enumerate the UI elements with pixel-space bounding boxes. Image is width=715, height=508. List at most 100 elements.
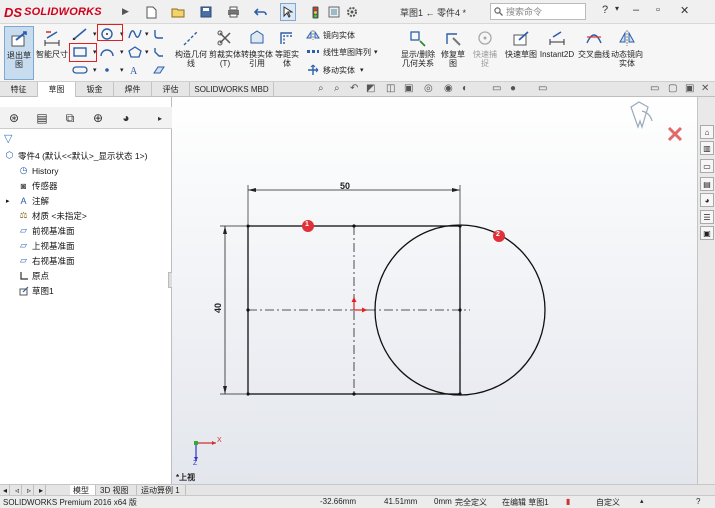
spline-dropdown-icon[interactable]: ▾: [145, 27, 149, 41]
tree-item-origin[interactable]: 原点: [18, 269, 49, 282]
intersection-curve-button[interactable]: 交叉曲线: [578, 26, 610, 80]
status-help-icon[interactable]: ?: [696, 497, 700, 506]
monitor-icon[interactable]: ▭: [538, 83, 547, 96]
view-cube-icon[interactable]: [630, 101, 653, 129]
new-document-icon[interactable]: [143, 3, 159, 21]
rebuild-status-icon[interactable]: ▮: [566, 497, 570, 506]
save-icon[interactable]: [198, 3, 214, 21]
tree-item-sketch1[interactable]: 草图1: [18, 284, 54, 297]
arc-tool-icon[interactable]: [99, 45, 119, 59]
custom-properties-icon[interactable]: ☰: [700, 210, 714, 224]
annotations-expand-icon[interactable]: ▸: [6, 194, 10, 207]
tree-item-history[interactable]: ◷ History: [18, 164, 59, 177]
convert-entities-button[interactable]: 转换实体引用: [240, 26, 274, 80]
tab-restore-icon[interactable]: ▢: [668, 83, 677, 96]
exit-sketch-x-icon[interactable]: [667, 126, 683, 142]
sketch-chamfer-icon[interactable]: [153, 45, 167, 59]
linear-pattern-dropdown-icon[interactable]: ▾: [374, 45, 378, 59]
menu-expand-icon[interactable]: ▶: [122, 6, 129, 17]
tab-weldments[interactable]: 焊件: [114, 82, 152, 97]
linear-pattern-button[interactable]: 线性草图阵列: [306, 45, 371, 59]
display-manager-tab-icon[interactable]: ◕: [116, 109, 136, 127]
tree-root-part[interactable]: ⬡ 零件4 (默认<<默认>_显示状态 1>): [4, 149, 148, 162]
exit-sketch-button[interactable]: 退出草图: [4, 26, 34, 80]
move-entities-dropdown-icon[interactable]: ▾: [360, 63, 364, 77]
help-icon[interactable]: ?: [602, 4, 608, 16]
tab-sketch[interactable]: 草图: [38, 82, 76, 97]
filter-icon[interactable]: ▽: [4, 132, 12, 145]
tree-item-top-plane[interactable]: ▱ 上视基准面: [18, 239, 74, 252]
tab-minimize-icon[interactable]: ▭: [650, 83, 659, 96]
property-manager-tab-icon[interactable]: ▤: [32, 109, 52, 127]
line-tool-icon[interactable]: [72, 27, 92, 41]
tab-maximize-icon[interactable]: ▣: [685, 83, 694, 96]
units-dropdown-icon[interactable]: ▴: [640, 497, 644, 505]
mirror-entities-button[interactable]: 镜向实体: [306, 28, 355, 42]
previous-view-icon[interactable]: ↶: [350, 83, 358, 96]
sketch-fillet-icon[interactable]: [153, 27, 167, 41]
slot-tool-icon[interactable]: [72, 63, 92, 77]
dynamic-mirror-button[interactable]: 动态镜向实体: [610, 26, 644, 80]
arc-dropdown-icon[interactable]: ▾: [120, 45, 124, 59]
hide-show-items-icon[interactable]: ◎: [424, 83, 433, 96]
move-entities-button[interactable]: 移动实体: [306, 63, 355, 77]
print-icon[interactable]: [225, 3, 241, 21]
edit-appearance-icon[interactable]: ◉: [444, 83, 453, 96]
fm-tabs-expand-icon[interactable]: ▸: [150, 109, 170, 127]
tab-features[interactable]: 特征: [0, 82, 38, 97]
trim-entities-button[interactable]: 剪裁实体(T): [208, 26, 242, 80]
tree-item-sensors[interactable]: ◙ 传感器: [18, 179, 58, 192]
text-tool-icon[interactable]: A: [128, 63, 144, 77]
quick-snaps-button[interactable]: 快速捕捉: [470, 26, 500, 80]
rapid-sketch-button[interactable]: 快速草图: [504, 26, 538, 80]
units-selector[interactable]: 自定义: [596, 497, 620, 508]
undo-icon[interactable]: [252, 3, 268, 21]
spline-tool-icon[interactable]: [128, 27, 144, 41]
construction-geometry-button[interactable]: 构造几何线: [174, 26, 208, 80]
rebuild-icon[interactable]: [327, 3, 341, 21]
minimize-icon[interactable]: –: [633, 4, 639, 16]
tab-solidworks-mbd[interactable]: SOLIDWORKS MBD: [190, 82, 274, 97]
solidworks-resources-icon[interactable]: ⌂: [700, 125, 714, 139]
point-dropdown-icon[interactable]: ▾: [120, 63, 124, 77]
solidworks-logo[interactable]: DS SOLIDWORKS: [4, 4, 102, 20]
tree-item-right-plane[interactable]: ▱ 右视基准面: [18, 254, 74, 267]
zoom-area-icon[interactable]: ⌕: [334, 83, 340, 96]
tree-item-material[interactable]: ⚖ 材质 <未指定>: [18, 209, 86, 222]
polygon-dropdown-icon[interactable]: ▾: [145, 45, 149, 59]
graphics-area[interactable]: 50 40 1 2 X Z *上视: [172, 97, 697, 484]
tree-item-front-plane[interactable]: ▱ 前视基准面: [18, 224, 74, 237]
point-tool-icon[interactable]: [99, 63, 119, 77]
smart-dimension-button[interactable]: 智能尺寸: [36, 26, 68, 80]
options-gear-icon[interactable]: [345, 3, 359, 21]
section-view-icon[interactable]: ◩: [366, 83, 375, 96]
traffic-light-icon[interactable]: [308, 3, 322, 21]
offset-entities-button[interactable]: 等距实体: [274, 26, 300, 80]
feature-tree-tab-icon[interactable]: ⊛: [4, 109, 24, 127]
search-commands-input[interactable]: 搜索命令: [490, 3, 586, 20]
restore-icon[interactable]: ▫: [656, 4, 660, 16]
design-library-icon[interactable]: ▥: [700, 141, 714, 155]
configuration-manager-tab-icon[interactable]: ⧉: [60, 109, 80, 127]
tab-sheet-metal[interactable]: 钣金: [76, 82, 114, 97]
slot-dropdown-icon[interactable]: ▾: [93, 63, 97, 77]
height-dimension-value[interactable]: 40: [213, 303, 223, 313]
plane-tool-icon[interactable]: [153, 63, 167, 77]
instant2d-button[interactable]: Instant2D: [538, 26, 576, 80]
view-settings-icon[interactable]: ▭: [492, 83, 501, 96]
forum-icon[interactable]: ▣: [700, 226, 714, 240]
dimxpert-tab-icon[interactable]: ⊕: [88, 109, 108, 127]
polygon-tool-icon[interactable]: [128, 45, 144, 59]
view-palette-icon[interactable]: ▤: [700, 177, 714, 191]
file-explorer-icon[interactable]: ▭: [700, 159, 714, 173]
display-delete-relations-button[interactable]: 显示/删除几何关系: [400, 26, 436, 80]
scene-icon[interactable]: ◐: [462, 83, 468, 96]
appearance-color-icon[interactable]: ●: [510, 83, 516, 96]
tab-close-icon[interactable]: ✕: [701, 83, 709, 96]
open-folder-icon[interactable]: [170, 3, 186, 21]
tab-evaluate[interactable]: 评估: [152, 82, 190, 97]
width-dimension-value[interactable]: 50: [340, 181, 350, 191]
select-arrow-icon[interactable]: [280, 3, 296, 21]
display-style-icon[interactable]: ▣: [404, 83, 413, 96]
zoom-to-fit-icon[interactable]: ⌕: [318, 83, 324, 96]
